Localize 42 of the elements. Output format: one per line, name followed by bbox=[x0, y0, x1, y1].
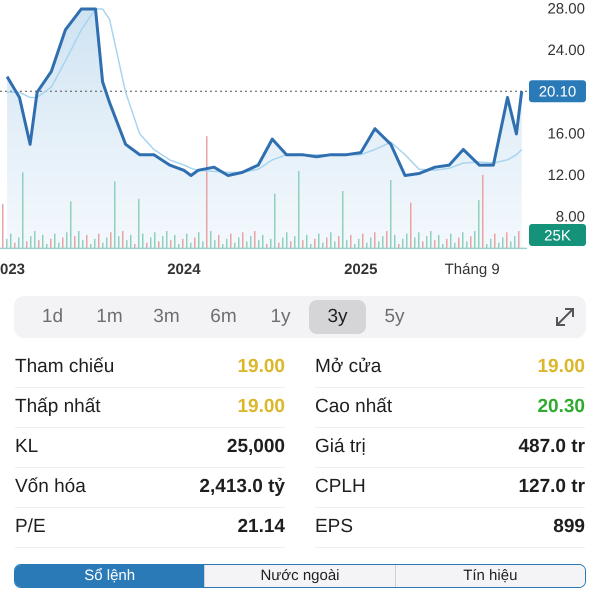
stat-label: KL bbox=[15, 435, 38, 460]
stat-label: Tham chiếu bbox=[15, 355, 114, 380]
stat-label: CPLH bbox=[315, 475, 366, 500]
stat-value: 127.0 tr bbox=[518, 475, 585, 500]
period-tab[interactable]: 3m bbox=[138, 300, 195, 334]
section-tab[interactable]: Sổ lệnh bbox=[15, 565, 204, 587]
axis-label: 8.00 bbox=[556, 208, 585, 226]
stat-value: 19.00 bbox=[237, 395, 285, 420]
stat-value: 2,413.0 tỷ bbox=[199, 475, 285, 500]
axis-label: Tháng 9 bbox=[444, 261, 500, 278]
stat-value: 25,000 bbox=[226, 435, 285, 460]
section-tab[interactable]: Tín hiệu bbox=[394, 565, 585, 587]
axis-label: 12.00 bbox=[547, 167, 585, 184]
period-tab[interactable]: 5y bbox=[366, 300, 423, 334]
stat-value: 487.0 tr bbox=[518, 435, 585, 460]
stat-value: 19.00 bbox=[537, 355, 585, 380]
stat-label: Giá trị bbox=[315, 435, 366, 460]
axis-label: 2025 bbox=[344, 261, 378, 278]
stat-label: Cao nhất bbox=[315, 395, 392, 420]
stat-label: Mở cửa bbox=[315, 355, 382, 380]
stat-label: Thấp nhất bbox=[15, 395, 101, 420]
volume-tag: 25K bbox=[529, 224, 586, 246]
axis-label: 28.00 bbox=[547, 0, 585, 18]
stat-value: 20.30 bbox=[537, 395, 585, 420]
axis-label: 24.00 bbox=[547, 42, 585, 60]
stat-value: 21.14 bbox=[237, 515, 285, 540]
period-tab[interactable]: 3y bbox=[309, 300, 366, 334]
axis-label: 16.00 bbox=[547, 125, 585, 142]
period-tab[interactable]: 1m bbox=[81, 300, 138, 334]
period-tab[interactable]: 1y bbox=[252, 300, 309, 334]
axis-label: 2024 bbox=[167, 261, 201, 278]
period-tab[interactable]: 6m bbox=[195, 300, 252, 334]
price-tag: 20.10 bbox=[529, 80, 586, 102]
period-tab[interactable]: 1d bbox=[24, 300, 81, 334]
expand-icon[interactable] bbox=[554, 306, 576, 328]
stat-label: Vốn hóa bbox=[15, 475, 86, 500]
stat-value: 19.00 bbox=[237, 355, 285, 380]
section-tab[interactable]: Nước ngoài bbox=[204, 565, 395, 587]
axis-label: 023 bbox=[0, 261, 26, 278]
stat-label: EPS bbox=[315, 515, 354, 540]
stat-label: P/E bbox=[15, 515, 46, 540]
stat-value: 899 bbox=[553, 515, 585, 540]
